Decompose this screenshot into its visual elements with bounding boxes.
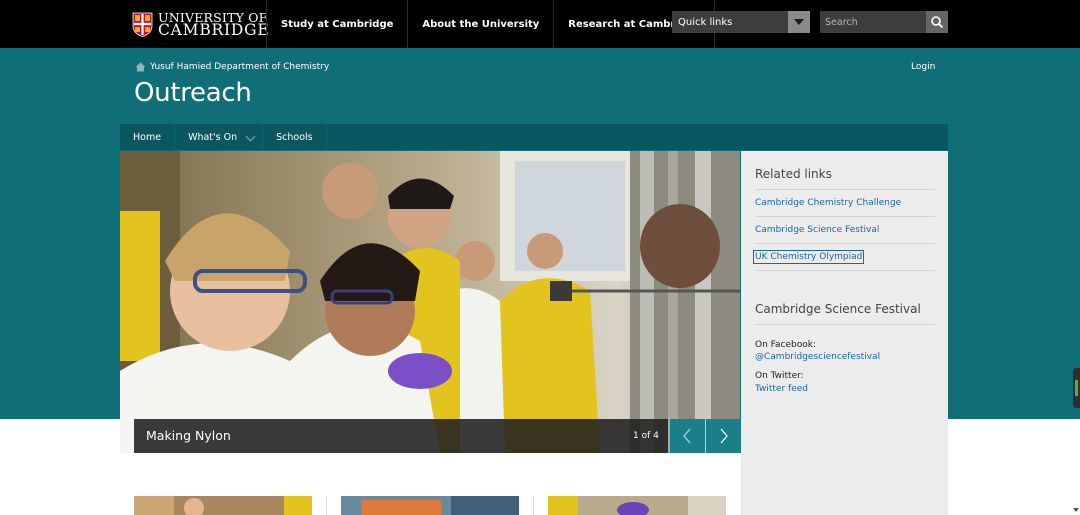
science-festival-heading: Cambridge Science Festival <box>755 302 921 316</box>
thumbnail-photo <box>134 496 312 515</box>
extension-indicator <box>1075 380 1078 396</box>
divider <box>326 496 327 515</box>
quick-links-dropdown[interactable]: Quick links <box>672 11 810 33</box>
chevron-right-icon <box>720 428 728 444</box>
divider <box>755 324 935 325</box>
link-uk-chemistry-olympiad[interactable]: UK Chemistry Olympiad <box>752 250 865 264</box>
section-nav: Home What's On Schools <box>120 124 948 150</box>
divider <box>755 243 935 244</box>
quick-links-label: Quick links <box>678 16 733 28</box>
carousel-caption: Making Nylon <box>146 428 231 443</box>
twitter-label: On Twitter: <box>755 371 804 381</box>
nav-study-at-cambridge[interactable]: Study at Cambridge <box>266 0 409 48</box>
search-button[interactable] <box>926 11 948 33</box>
twitter-link[interactable]: Twitter feed <box>755 384 808 394</box>
chevron-down-icon[interactable] <box>788 11 810 33</box>
carousel-image[interactable] <box>120 151 740 453</box>
page-title: Outreach <box>134 78 252 108</box>
nav-about-the-university[interactable]: About the University <box>407 0 555 48</box>
university-logo[interactable]: UNIVERSITY OF CAMBRIDGE <box>132 11 270 39</box>
news-thumbnail[interactable] <box>548 496 726 515</box>
link-cambridge-chemistry-challenge[interactable]: Cambridge Chemistry Challenge <box>755 198 901 208</box>
subnav-home[interactable]: Home <box>120 124 176 150</box>
home-icon <box>135 62 146 72</box>
subnav-whats-on[interactable]: What's On <box>175 124 241 150</box>
logo-line-2: CAMBRIDGE <box>158 21 270 39</box>
news-thumbnail[interactable] <box>134 496 312 515</box>
breadcrumb[interactable]: Yusuf Hamied Department of Chemistry <box>135 62 329 72</box>
link-cambridge-science-festival[interactable]: Cambridge Science Festival <box>755 225 879 235</box>
chevron-down-icon[interactable] <box>241 124 264 150</box>
logo-text: UNIVERSITY OF CAMBRIDGE <box>158 11 270 39</box>
subnav-schools[interactable]: Schools <box>263 124 327 150</box>
breadcrumb-department: Yusuf Hamied Department of Chemistry <box>150 62 330 72</box>
search-icon <box>931 16 944 29</box>
login-link[interactable]: Login <box>911 62 935 72</box>
news-thumbnail[interactable] <box>341 496 519 515</box>
thumbnail-photo <box>341 496 519 515</box>
carousel-counter: 1 of 4 <box>633 431 659 441</box>
search-form <box>820 11 948 33</box>
divider <box>755 270 935 271</box>
scroll-down-arrow-icon[interactable] <box>1072 506 1080 514</box>
divider <box>755 216 935 217</box>
divider <box>533 496 534 515</box>
carousel-previous-button[interactable] <box>670 419 705 453</box>
related-links-heading: Related links <box>755 167 832 181</box>
facebook-link[interactable]: @Cambridgesciencefestival <box>755 352 880 362</box>
divider <box>755 189 935 190</box>
facebook-label: On Facebook: <box>755 340 816 350</box>
carousel-next-button[interactable] <box>706 419 741 453</box>
thumbnail-photo <box>548 496 726 515</box>
top-nav: Study at Cambridge About the University … <box>266 0 715 48</box>
chevron-left-icon <box>683 428 691 444</box>
lab-photo <box>120 151 740 453</box>
search-input[interactable] <box>820 11 926 33</box>
cambridge-shield-icon <box>132 12 153 37</box>
